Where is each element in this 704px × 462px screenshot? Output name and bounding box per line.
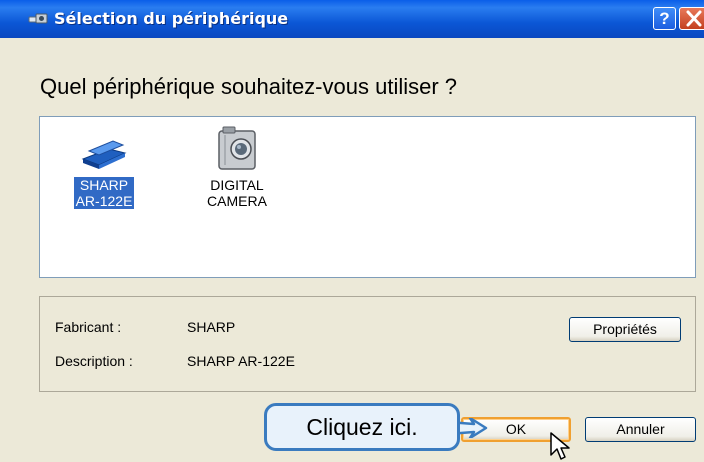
- manufacturer-label: Fabricant :: [55, 319, 122, 335]
- close-icon: [686, 10, 702, 27]
- manufacturer-value: SHARP: [187, 319, 236, 335]
- close-button[interactable]: [679, 7, 704, 30]
- camera-icon: [218, 126, 256, 170]
- device-item-camera[interactable]: DIGITAL CAMERA: [196, 125, 278, 210]
- click-here-callout: Cliquez ici.: [264, 403, 460, 451]
- device-info-panel: Fabricant : SHARP Description : SHARP AR…: [39, 296, 696, 392]
- properties-button[interactable]: Propriétés: [569, 317, 681, 342]
- dialog-body: Quel périphérique souhaitez-vous utilise…: [0, 38, 704, 462]
- help-button[interactable]: ?: [653, 7, 676, 30]
- title-bar[interactable]: Sélection du périphérique ?: [0, 0, 704, 38]
- dialog-heading: Quel périphérique souhaitez-vous utilise…: [40, 74, 458, 99]
- scanner-camera-icon: [28, 13, 48, 24]
- device-list[interactable]: SHARP AR-122E DIGITAL CAMERA: [39, 116, 696, 278]
- description-value: SHARP AR-122E: [187, 353, 295, 369]
- device-label-camera: DIGITAL CAMERA: [205, 177, 269, 209]
- device-label-line1: DIGITAL: [210, 177, 264, 193]
- device-label-line1: SHARP: [79, 177, 129, 193]
- device-selection-dialog: Sélection du périphérique ? Quel périphé…: [0, 0, 704, 462]
- device-label-line2: AR-122E: [75, 193, 133, 209]
- device-label-line2: CAMERA: [207, 193, 267, 209]
- scanner-icon: [81, 140, 127, 169]
- device-item-sharp[interactable]: SHARP AR-122E: [66, 137, 142, 210]
- description-label: Description :: [55, 353, 133, 369]
- mouse-cursor-icon: [550, 432, 570, 460]
- device-label-sharp: SHARP AR-122E: [73, 177, 135, 209]
- window-title: Sélection du périphérique: [54, 9, 289, 28]
- cancel-button[interactable]: Annuler: [585, 417, 696, 442]
